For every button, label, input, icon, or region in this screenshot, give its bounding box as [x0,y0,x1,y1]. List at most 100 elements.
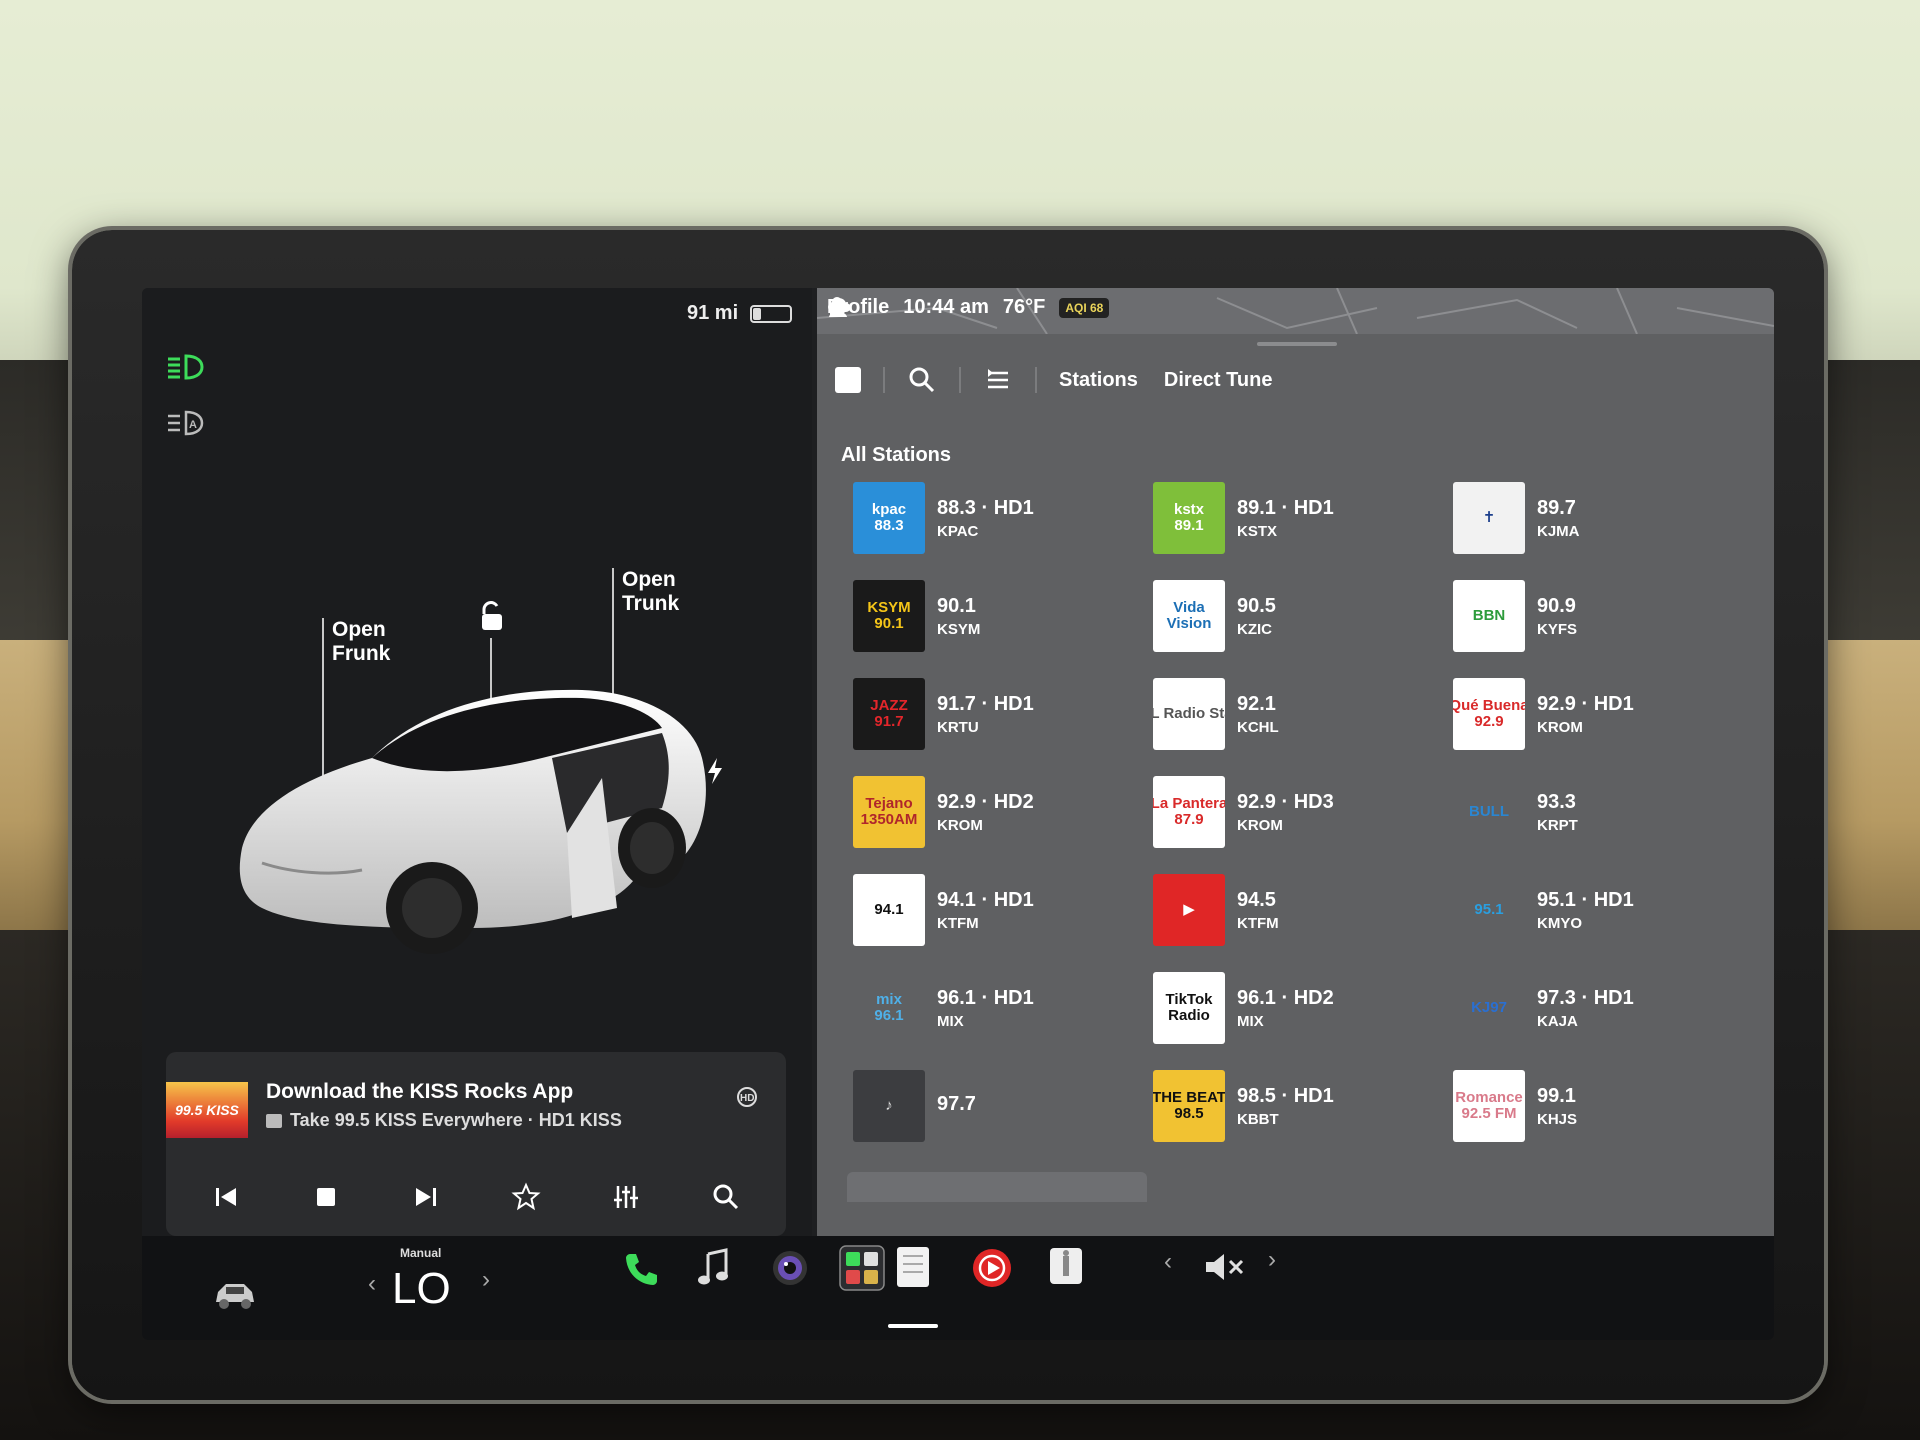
station-logo: Romance 92.5 FM [1453,1070,1525,1142]
station-item[interactable]: Qué Buena 92.9 92.9 · HD1 KROM [1453,674,1753,754]
station-item[interactable]: THE BEAT 98.5 98.5 · HD1 KBBT [1153,1066,1453,1146]
stop-icon [317,1188,335,1206]
station-text: 92.9 · HD2 KROM [937,791,1034,834]
station-frequency: 96.1 · HD1 [937,986,1034,1009]
station-frequency: 89.7 [1537,496,1576,519]
station-item[interactable]: KSYM 90.1 90.1 KSYM [853,576,1153,656]
station-item[interactable]: kpac 88.3 88.3 · HD1 KPAC [853,478,1153,558]
station-item[interactable]: mix 96.1 96.1 · HD1 MIX [853,968,1153,1048]
toybox-app-icon[interactable] [1046,1244,1086,1288]
volume-increase-chevron[interactable]: › [1268,1246,1276,1274]
station-text: 98.5 · HD1 KBBT [1237,1085,1334,1128]
favorite-button[interactable] [506,1177,546,1217]
station-logo: THE BEAT 98.5 [1153,1070,1225,1142]
station-text: 92.1 KCHL [1237,693,1279,736]
station-call-sign: KROM [1237,816,1283,834]
station-frequency: 99.1 [1537,1084,1576,1107]
next-button[interactable] [406,1177,446,1217]
music-note-icon[interactable] [694,1246,734,1290]
phone-icon[interactable] [620,1248,662,1290]
station-item[interactable]: La Pantera 87.9 92.9 · HD3 KROM [1153,772,1453,852]
station-text: 96.1 · HD2 MIX [1237,987,1334,1030]
station-item[interactable]: ✝ 89.7 KJMA [1453,478,1753,558]
media-player-app-icon[interactable] [970,1246,1014,1290]
station-logo: KJ97 [1453,972,1525,1044]
drag-handle[interactable] [1257,342,1337,346]
station-frequency: 95.1 · HD1 [1537,888,1634,911]
section-title: All Stations [841,444,952,466]
station-logo: JAZZ 91.7 [853,678,925,750]
station-frequency: 91.7 · HD1 [937,692,1034,715]
hd-radio-icon[interactable]: HD [734,1086,760,1108]
station-item[interactable]: BBN 90.9 KYFS [1453,576,1753,656]
range-text: 91 mi [687,302,739,324]
temperature-control[interactable]: LO [392,1264,451,1314]
stop-button[interactable] [306,1177,346,1217]
map-strip[interactable]: Profile 10:44 am 76°F AQI 68 [817,288,1774,334]
station-text: 91.7 · HD1 KRTU [937,693,1034,736]
album-art[interactable]: 99.5 KISS [166,1082,248,1138]
previous-button[interactable] [206,1177,246,1217]
equalizer-button[interactable] [606,1177,646,1217]
temp-increase-chevron[interactable]: › [482,1266,490,1294]
queue-list-icon[interactable] [983,365,1013,395]
aqi-badge: AQI 68 [1059,297,1110,318]
track-subtitle-text: Take 99.5 KISS Everywhere · HD1 KISS [290,1110,622,1130]
station-item[interactable]: ♪ 97.7 [853,1066,1153,1146]
volume-mute-icon[interactable] [1202,1250,1246,1284]
temperature-text: 76°F [1002,296,1046,318]
station-call-sign: MIX [1237,1012,1264,1030]
search-icon[interactable] [907,365,937,395]
headlight-icon[interactable] [164,352,206,382]
station-frequency: 90.1 [937,594,976,617]
auto-high-beam-icon[interactable]: A [164,408,206,438]
station-frequency: 96.1 · HD2 [1237,986,1334,1009]
source-menu-button[interactable] [835,367,861,393]
station-frequency: 93.3 [1537,790,1576,813]
station-item[interactable]: BULL 93.3 KRPT [1453,772,1753,852]
car-icon[interactable] [212,1278,258,1312]
station-frequency: 89.1 · HD1 [1237,496,1334,519]
temp-decrease-chevron[interactable]: ‹ [368,1270,376,1298]
station-text: 90.1 KSYM [937,595,980,638]
station-call-sign: KTFM [937,914,979,932]
station-item[interactable]: Tejano 1350AM 92.9 · HD2 KROM [853,772,1153,852]
volume-decrease-chevron[interactable]: ‹ [1164,1248,1172,1276]
station-frequency: 88.3 · HD1 [937,496,1034,519]
media-search-button[interactable] [706,1177,746,1217]
station-item[interactable]: KCHL Radio Station 92.1 KCHL [1153,674,1453,754]
apps-launcher-icon[interactable] [838,1244,886,1292]
station-call-sign: KSYM [937,620,981,638]
track-subtitle: Take 99.5 KISS Everywhere · HD1 KISS [266,1110,622,1131]
station-logo: KCHL Radio Station [1153,678,1225,750]
station-call-sign: MIX [937,1012,964,1030]
tab-direct-tune[interactable]: Direct Tune [1164,369,1273,392]
station-item[interactable]: ▶ 94.5 KTFM [1153,870,1453,950]
station-item[interactable]: Vida Vision 90.5 KZIC [1153,576,1453,656]
station-text: 95.1 · HD1 KMYO [1537,889,1634,932]
active-app-indicator [888,1324,938,1328]
next-icon [416,1188,436,1206]
station-frequency: 90.9 [1537,594,1576,617]
overflow-tab [847,1172,1147,1202]
radio-app-icon[interactable] [894,1244,932,1290]
radio-panel: Profile 10:44 am 76°F AQI 68 Stations Di… [817,288,1774,1236]
station-frequency: 94.5 [1237,888,1276,911]
search-icon [713,1184,739,1210]
station-item[interactable]: 95.1 95.1 · HD1 KMYO [1453,870,1753,950]
playback-controls [166,1162,786,1232]
station-call-sign: KRPT [1537,816,1578,834]
station-item[interactable]: KJ97 97.3 · HD1 KAJA [1453,968,1753,1048]
station-item[interactable]: 94.1 94.1 · HD1 KTFM [853,870,1153,950]
station-logo: ▶ [1153,874,1225,946]
radio-toolbar: Stations Direct Tune [835,360,1298,400]
station-item[interactable]: Romance 92.5 FM 99.1 KHJS [1453,1066,1753,1146]
station-item[interactable]: JAZZ 91.7 91.7 · HD1 KRTU [853,674,1153,754]
tab-stations[interactable]: Stations [1059,369,1138,392]
station-call-sign: KJMA [1537,522,1580,540]
camera-icon[interactable] [770,1248,810,1288]
station-item[interactable]: kstx 89.1 89.1 · HD1 KSTX [1153,478,1453,558]
station-text: 90.5 KZIC [1237,595,1276,638]
station-item[interactable]: TikTok Radio 96.1 · HD2 MIX [1153,968,1453,1048]
station-text: 94.5 KTFM [1237,889,1279,932]
